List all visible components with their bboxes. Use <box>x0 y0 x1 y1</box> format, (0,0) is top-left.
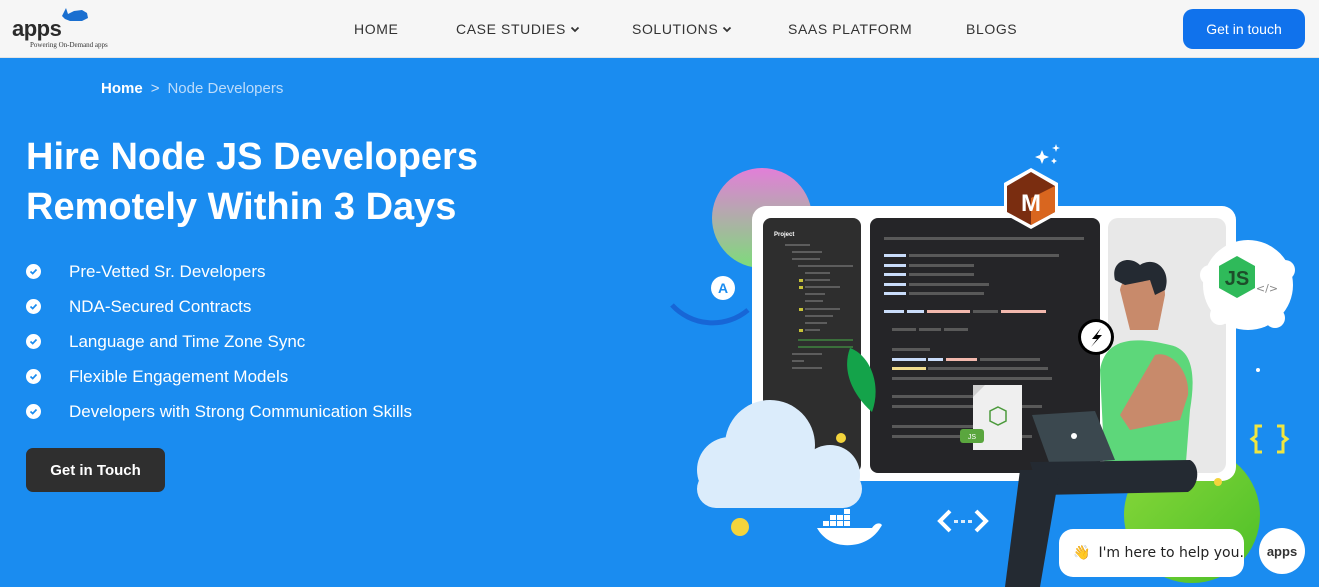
nav-saas-platform[interactable]: SAAS PLATFORM <box>788 21 912 37</box>
check-circle-icon <box>26 404 41 419</box>
feature-text: Pre-Vetted Sr. Developers <box>69 261 266 281</box>
svg-text:M: M <box>1021 190 1041 217</box>
breadcrumb-current: Node Developers <box>167 80 284 97</box>
sparkle-icon <box>1035 144 1060 164</box>
breadcrumb-separator: > <box>150 80 160 97</box>
decorative-dot <box>836 433 846 443</box>
feature-item: Developers with Strong Communication Ski… <box>26 394 412 429</box>
curly-braces-icon <box>1249 424 1290 454</box>
chat-greeting-bubble[interactable]: 👋 I'm here to help you. <box>1059 529 1244 577</box>
svg-text:JS: JS <box>968 434 977 441</box>
svg-text:JS: JS <box>1225 268 1249 290</box>
nav-home[interactable]: HOME <box>354 21 398 37</box>
check-circle-icon <box>26 334 41 349</box>
title-line-2: Remotely Within 3 Days <box>26 186 457 228</box>
nav-label: SOLUTIONS <box>632 21 719 37</box>
breadcrumb-home-link[interactable]: Home <box>101 80 143 97</box>
feature-item: Pre-Vetted Sr. Developers <box>26 254 412 289</box>
decorative-dot <box>1214 478 1222 486</box>
logo[interactable]: apps Powering On-Demand apps <box>10 4 140 54</box>
feature-text: Language and Time Zone Sync <box>69 331 306 351</box>
svg-text:A: A <box>718 280 728 296</box>
chevron-down-icon <box>570 26 580 33</box>
page-title: Hire Node JS Developers Remotely Within … <box>26 132 586 232</box>
lightning-badge-icon <box>1078 319 1114 355</box>
feature-text: Flexible Engagement Models <box>69 366 289 386</box>
check-circle-icon <box>26 369 41 384</box>
chat-avatar-logo: apps <box>1266 543 1298 559</box>
check-circle-icon <box>26 264 41 279</box>
nav-label: SAAS PLATFORM <box>788 21 913 37</box>
nav-case-studies[interactable]: CASE STUDIES <box>456 21 580 37</box>
feature-item: Flexible Engagement Models <box>26 359 412 394</box>
decorative-dot <box>731 518 749 536</box>
chat-message: I'm here to help you. <box>1098 545 1244 561</box>
decorative-dot <box>1256 368 1260 372</box>
nav-blogs[interactable]: BLOGS <box>966 21 1017 37</box>
chat-launcher-button[interactable]: apps <box>1259 528 1305 574</box>
feature-text: Developers with Strong Communication Ski… <box>69 401 412 421</box>
logo-wordmark: apps <box>12 16 62 41</box>
a-badge-icon: A <box>711 276 735 300</box>
feature-list: Pre-Vetted Sr. Developers NDA-Secured Co… <box>26 254 412 429</box>
logo-tagline: Powering On-Demand apps <box>30 41 108 49</box>
hero-illustration: A Project M JS </> JS <box>670 144 1295 587</box>
project-panel-title: Project <box>774 232 794 238</box>
nav-label: HOME <box>354 21 399 37</box>
hero-get-in-touch-button[interactable]: Get in Touch <box>26 448 165 492</box>
rhino-icon <box>62 8 88 21</box>
site-header: apps Powering On-Demand apps HOME CASE S… <box>0 0 1319 58</box>
svg-text:</>: </> <box>1256 282 1278 295</box>
nav-solutions[interactable]: SOLUTIONS <box>632 21 732 37</box>
header-get-in-touch-button[interactable]: Get in touch <box>1183 9 1305 49</box>
waving-hand-icon: 👋 <box>1073 545 1091 561</box>
chevron-down-icon <box>723 26 732 33</box>
feature-text: NDA-Secured Contracts <box>69 296 252 316</box>
feature-item: Language and Time Zone Sync <box>26 324 412 359</box>
nav-label: BLOGS <box>966 21 1018 37</box>
breadcrumb: Home > Node Developers <box>101 80 283 97</box>
feature-item: NDA-Secured Contracts <box>26 289 412 324</box>
decorative-arc <box>670 303 750 326</box>
nav-label: CASE STUDIES <box>456 21 566 37</box>
check-circle-icon <box>26 299 41 314</box>
title-line-1: Hire Node JS Developers <box>26 136 478 178</box>
docker-icon <box>817 509 882 546</box>
